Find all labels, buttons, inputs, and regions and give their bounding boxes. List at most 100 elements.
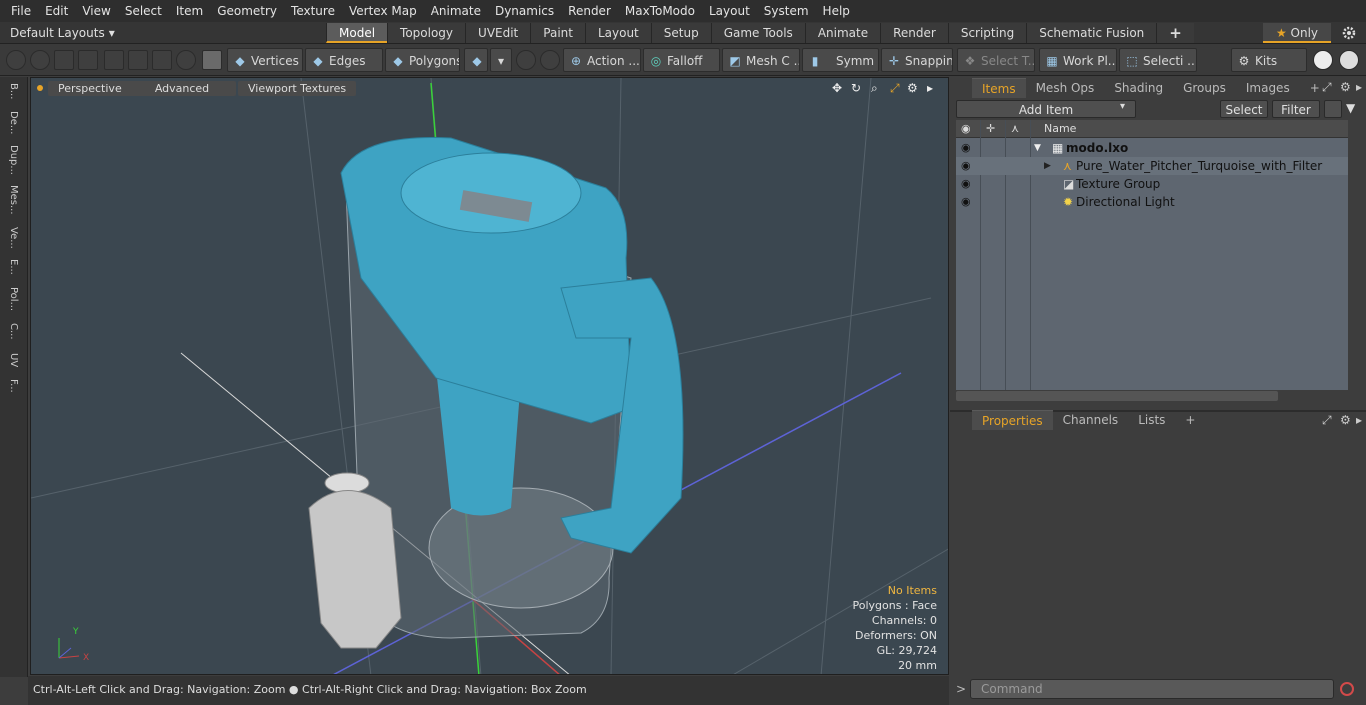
eye-icon[interactable]: ◉ — [961, 196, 973, 208]
material-button[interactable]: ◆ — [464, 48, 488, 72]
menu-edit[interactable]: Edit — [38, 0, 75, 22]
filter-button[interactable]: Filter — [1272, 100, 1320, 118]
eye-icon[interactable]: ◉ — [961, 142, 973, 154]
scrollbar-thumb[interactable] — [956, 391, 1278, 401]
panel-gear-icon[interactable]: ⚙ — [1340, 413, 1351, 427]
polygons-button[interactable]: ◆ Polygons — [385, 48, 460, 72]
panel-menu-icon[interactable] — [950, 410, 972, 430]
vtab-vertex[interactable]: Ve... — [3, 227, 23, 249]
component-icon[interactable] — [152, 50, 172, 70]
unity-icon[interactable] — [1313, 50, 1333, 70]
vtab-duplicate[interactable]: Dup... — [3, 145, 23, 175]
eye-icon[interactable]: ◉ — [961, 178, 973, 190]
menu-dynamics[interactable]: Dynamics — [488, 0, 561, 22]
expand-arrow-icon[interactable]: ▼ — [1034, 139, 1041, 157]
viewport-gear-icon[interactable]: ⚙ — [907, 81, 918, 95]
tab-shading[interactable]: Shading — [1104, 78, 1173, 98]
work-plane-button[interactable]: ▦ Work Pl... — [1039, 48, 1117, 72]
select-circle-icon[interactable] — [6, 50, 26, 70]
move-view-icon[interactable]: ✥ — [832, 81, 842, 95]
tab-images[interactable]: Images — [1236, 78, 1300, 98]
tab-setup[interactable]: Setup — [650, 23, 711, 43]
action-button[interactable]: ⊕ Action ... — [563, 48, 641, 72]
vtab-uv[interactable]: UV — [3, 353, 23, 367]
vtab-basic[interactable]: B... — [3, 83, 23, 99]
menu-texture[interactable]: Texture — [284, 0, 342, 22]
view-perspective-button[interactable]: Perspective — [48, 81, 132, 96]
tab-game-tools[interactable]: Game Tools — [710, 23, 805, 43]
command-input[interactable]: Command — [970, 679, 1334, 699]
add-panel-tab-button[interactable]: + — [1175, 410, 1205, 430]
expand-panel-icon[interactable]: ⤢ — [1322, 80, 1332, 95]
tree-row-mesh[interactable]: ◉ ▶ ⋏ Pure_Water_Pitcher_Turquoise_with_… — [956, 157, 1348, 175]
timer-icon[interactable] — [176, 50, 196, 70]
layout-selector[interactable]: Default Layouts ▾ — [10, 22, 115, 44]
name-column-header[interactable]: Name — [1044, 122, 1076, 135]
select-through-button[interactable]: ❖ Select T... — [957, 48, 1035, 72]
expand-panel-icon[interactable]: ⤢ — [1322, 413, 1332, 428]
select-button[interactable]: Select — [1220, 100, 1268, 118]
tab-lists[interactable]: Lists — [1128, 410, 1175, 430]
viewport-more-icon[interactable]: ▸ — [927, 81, 933, 95]
scene-canvas[interactable]: Y X — [31, 78, 949, 675]
collapse-icon[interactable] — [1324, 100, 1342, 118]
menu-geometry[interactable]: Geometry — [210, 0, 284, 22]
view-advanced-button[interactable]: Advanced — [128, 81, 236, 96]
record-icon[interactable] — [1340, 682, 1354, 696]
tab-model[interactable]: Model — [326, 23, 388, 43]
menu-maxtomodo[interactable]: MaxToModo — [618, 0, 702, 22]
falloff-button[interactable]: ◎ Falloff — [643, 48, 720, 72]
tab-channels[interactable]: Channels — [1053, 410, 1129, 430]
panel-more-icon[interactable]: ▸ — [1356, 80, 1362, 94]
center-icon[interactable] — [128, 50, 148, 70]
only-toggle-button[interactable]: ★ Only — [1263, 23, 1331, 43]
lasso-icon[interactable] — [54, 50, 74, 70]
fit-view-icon[interactable]: ⤢ — [890, 81, 900, 96]
tab-topology[interactable]: Topology — [387, 23, 466, 43]
tab-animate[interactable]: Animate — [804, 23, 881, 43]
tab-uvedit[interactable]: UVEdit — [465, 23, 531, 43]
vtab-polygon[interactable]: Pol... — [3, 287, 23, 311]
kits-button[interactable]: ⚙ Kits — [1231, 48, 1307, 72]
panel-gear-icon[interactable]: ⚙ — [1340, 80, 1351, 94]
tab-mesh-ops[interactable]: Mesh Ops — [1026, 78, 1105, 98]
tree-row-directional-light[interactable]: ◉ ✹ Directional Light — [956, 193, 1348, 211]
tab-render[interactable]: Render — [880, 23, 948, 43]
add-tab-button[interactable]: + — [1156, 23, 1194, 43]
tab-schematic-fusion[interactable]: Schematic Fusion — [1026, 23, 1157, 43]
viewport-textures-button[interactable]: Viewport Textures — [238, 81, 357, 96]
menu-vertex-map[interactable]: Vertex Map — [342, 0, 424, 22]
unreal-icon[interactable] — [1339, 50, 1359, 70]
tab-layout[interactable]: Layout — [584, 23, 651, 43]
symmetry-button[interactable]: ▮ Symm ... — [802, 48, 879, 72]
tab-paint[interactable]: Paint — [530, 23, 585, 43]
rotate-view-icon[interactable]: ↻ — [851, 81, 861, 95]
menu-view[interactable]: View — [75, 0, 117, 22]
vtab-edge[interactable]: E... — [3, 259, 23, 275]
panel-more-icon[interactable]: ▸ — [1356, 413, 1362, 427]
tree-row-texture-group[interactable]: ◉ ◪ Texture Group — [956, 175, 1348, 193]
menu-select[interactable]: Select — [118, 0, 169, 22]
tree-horizontal-scrollbar[interactable] — [956, 390, 1348, 402]
edges-button[interactable]: ◆ Edges — [305, 48, 383, 72]
menu-item[interactable]: Item — [169, 0, 210, 22]
vtab-mesh-edit[interactable]: Mes... — [3, 185, 23, 215]
brush-icon[interactable] — [78, 50, 98, 70]
panel-menu-icon[interactable] — [950, 78, 972, 98]
snapping-button[interactable]: ✛ Snapping — [881, 48, 953, 72]
gear-icon[interactable] — [1341, 25, 1357, 41]
shield-icon[interactable] — [202, 50, 222, 70]
vertices-button[interactable]: ◆ Vertices — [227, 48, 303, 72]
eye-icon[interactable]: ◉ — [961, 160, 973, 172]
align-icon[interactable] — [104, 50, 124, 70]
selection-sets-button[interactable]: ⬚ Selecti ... — [1119, 48, 1197, 72]
vtab-fusion[interactable]: F... — [3, 379, 23, 393]
menu-animate[interactable]: Animate — [424, 0, 488, 22]
tree-row-scene[interactable]: ◉ ▼ ▦ modo.lxo — [956, 139, 1348, 157]
tab-items[interactable]: Items — [972, 78, 1026, 98]
menu-layout[interactable]: Layout — [702, 0, 757, 22]
add-item-dropdown-icon[interactable]: ▾ — [1120, 101, 1125, 112]
vtab-deform[interactable]: De... — [3, 111, 23, 134]
funnel-icon[interactable]: ▼ — [1346, 101, 1355, 115]
menu-system[interactable]: System — [757, 0, 816, 22]
